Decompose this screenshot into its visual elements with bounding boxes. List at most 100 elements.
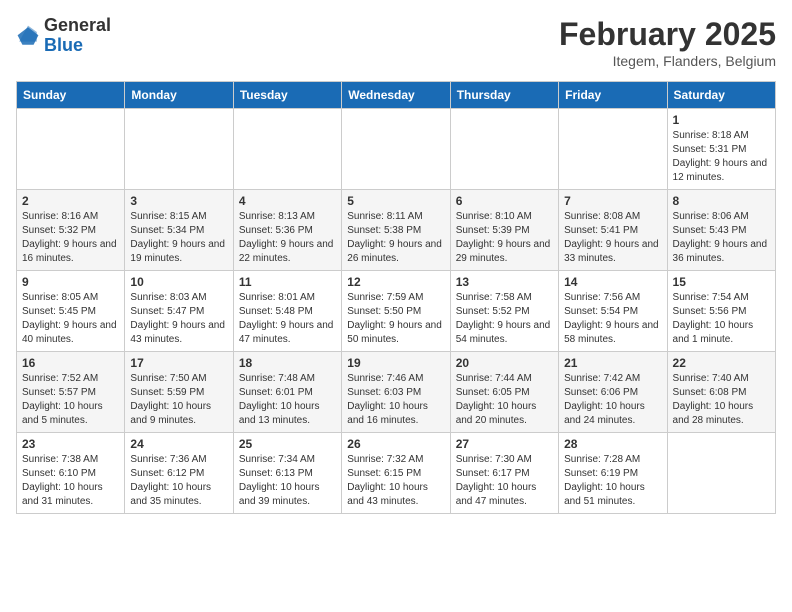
calendar-cell: 2 Sunrise: 8:16 AM Sunset: 5:32 PM Daylig… bbox=[17, 190, 125, 271]
day-info: Sunrise: 8:16 AM Sunset: 5:32 PM Dayligh… bbox=[22, 210, 119, 266]
calendar-cell: 21 Sunrise: 7:42 AM Sunset: 6:06 PM Dayli… bbox=[559, 352, 667, 433]
day-number: 14 bbox=[564, 275, 661, 289]
day-info: Sunrise: 7:56 AM Sunset: 5:54 PM Dayligh… bbox=[564, 291, 661, 347]
day-number: 8 bbox=[673, 194, 770, 208]
day-info: Sunrise: 8:05 AM Sunset: 5:45 PM Dayligh… bbox=[22, 291, 119, 347]
calendar-cell: 11 Sunrise: 8:01 AM Sunset: 5:48 PM Dayli… bbox=[233, 271, 341, 352]
day-number: 24 bbox=[130, 437, 227, 451]
calendar-table: SundayMondayTuesdayWednesdayThursdayFrid… bbox=[16, 81, 776, 514]
day-info: Sunrise: 7:42 AM Sunset: 6:06 PM Dayligh… bbox=[564, 372, 661, 428]
day-number: 20 bbox=[456, 356, 553, 370]
calendar-cell: 1 Sunrise: 8:18 AM Sunset: 5:31 PM Daylig… bbox=[667, 109, 775, 190]
day-header-saturday: Saturday bbox=[667, 82, 775, 109]
calendar-cell: 8Sunrise: 8:06 AM Sunset: 5:43 PM Daylig… bbox=[667, 190, 775, 271]
day-number: 11 bbox=[239, 275, 336, 289]
day-info: Sunrise: 8:18 AM Sunset: 5:31 PM Dayligh… bbox=[673, 129, 770, 185]
month-title: February 2025 bbox=[559, 16, 776, 53]
day-number: 17 bbox=[130, 356, 227, 370]
calendar-cell: 19 Sunrise: 7:46 AM Sunset: 6:03 PM Dayli… bbox=[342, 352, 450, 433]
calendar-cell bbox=[342, 109, 450, 190]
day-number: 28 bbox=[564, 437, 661, 451]
day-info: Sunrise: 8:10 AM Sunset: 5:39 PM Dayligh… bbox=[456, 210, 553, 266]
day-number: 27 bbox=[456, 437, 553, 451]
calendar-cell: 10 Sunrise: 8:03 AM Sunset: 5:47 PM Dayli… bbox=[125, 271, 233, 352]
day-info: Sunrise: 7:34 AM Sunset: 6:13 PM Dayligh… bbox=[239, 453, 336, 509]
day-number: 26 bbox=[347, 437, 444, 451]
day-number: 13 bbox=[456, 275, 553, 289]
day-number: 18 bbox=[239, 356, 336, 370]
day-info: Sunrise: 7:46 AM Sunset: 6:03 PM Dayligh… bbox=[347, 372, 444, 428]
logo-icon bbox=[16, 24, 40, 48]
day-number: 12 bbox=[347, 275, 444, 289]
day-number: 9 bbox=[22, 275, 119, 289]
day-number: 4 bbox=[239, 194, 336, 208]
day-info: Sunrise: 7:40 AM Sunset: 6:08 PM Dayligh… bbox=[673, 372, 770, 428]
calendar-cell: 22 Sunrise: 7:40 AM Sunset: 6:08 PM Dayli… bbox=[667, 352, 775, 433]
calendar-cell: 9 Sunrise: 8:05 AM Sunset: 5:45 PM Daylig… bbox=[17, 271, 125, 352]
calendar-cell: 16 Sunrise: 7:52 AM Sunset: 5:57 PM Dayli… bbox=[17, 352, 125, 433]
logo: General Blue bbox=[16, 16, 111, 56]
calendar-header-row: SundayMondayTuesdayWednesdayThursdayFrid… bbox=[17, 82, 776, 109]
day-header-sunday: Sunday bbox=[17, 82, 125, 109]
day-info: Sunrise: 8:11 AM Sunset: 5:38 PM Dayligh… bbox=[347, 210, 444, 266]
calendar-cell: 17 Sunrise: 7:50 AM Sunset: 5:59 PM Dayli… bbox=[125, 352, 233, 433]
calendar-cell: 12 Sunrise: 7:59 AM Sunset: 5:50 PM Dayli… bbox=[342, 271, 450, 352]
day-number: 6 bbox=[456, 194, 553, 208]
logo-text: General Blue bbox=[44, 16, 111, 56]
day-header-friday: Friday bbox=[559, 82, 667, 109]
day-info: Sunrise: 7:38 AM Sunset: 6:10 PM Dayligh… bbox=[22, 453, 119, 509]
calendar-cell: 4 Sunrise: 8:13 AM Sunset: 5:36 PM Daylig… bbox=[233, 190, 341, 271]
calendar-cell: 14 Sunrise: 7:56 AM Sunset: 5:54 PM Dayli… bbox=[559, 271, 667, 352]
day-info: Sunrise: 7:58 AM Sunset: 5:52 PM Dayligh… bbox=[456, 291, 553, 347]
day-info: Sunrise: 7:30 AM Sunset: 6:17 PM Dayligh… bbox=[456, 453, 553, 509]
day-info: Sunrise: 7:44 AM Sunset: 6:05 PM Dayligh… bbox=[456, 372, 553, 428]
calendar-cell: 27 Sunrise: 7:30 AM Sunset: 6:17 PM Dayli… bbox=[450, 433, 558, 514]
day-number: 21 bbox=[564, 356, 661, 370]
calendar-cell: 25 Sunrise: 7:34 AM Sunset: 6:13 PM Dayli… bbox=[233, 433, 341, 514]
calendar-cell bbox=[559, 109, 667, 190]
calendar-cell bbox=[667, 433, 775, 514]
title-block: February 2025 Itegem, Flanders, Belgium bbox=[559, 16, 776, 69]
calendar-cell bbox=[125, 109, 233, 190]
day-info: Sunrise: 8:13 AM Sunset: 5:36 PM Dayligh… bbox=[239, 210, 336, 266]
calendar-week-row: 1 Sunrise: 8:18 AM Sunset: 5:31 PM Daylig… bbox=[17, 109, 776, 190]
day-header-wednesday: Wednesday bbox=[342, 82, 450, 109]
calendar-cell: 15 Sunrise: 7:54 AM Sunset: 5:56 PM Dayli… bbox=[667, 271, 775, 352]
day-number: 25 bbox=[239, 437, 336, 451]
day-info: Sunrise: 7:50 AM Sunset: 5:59 PM Dayligh… bbox=[130, 372, 227, 428]
day-info: Sunrise: 7:32 AM Sunset: 6:15 PM Dayligh… bbox=[347, 453, 444, 509]
calendar-cell: 26 Sunrise: 7:32 AM Sunset: 6:15 PM Dayli… bbox=[342, 433, 450, 514]
day-info: Sunrise: 7:59 AM Sunset: 5:50 PM Dayligh… bbox=[347, 291, 444, 347]
day-info: Sunrise: 8:08 AM Sunset: 5:41 PM Dayligh… bbox=[564, 210, 661, 266]
day-number: 16 bbox=[22, 356, 119, 370]
day-number: 3 bbox=[130, 194, 227, 208]
day-info: Sunrise: 8:15 AM Sunset: 5:34 PM Dayligh… bbox=[130, 210, 227, 266]
day-number: 10 bbox=[130, 275, 227, 289]
day-info: Sunrise: 7:36 AM Sunset: 6:12 PM Dayligh… bbox=[130, 453, 227, 509]
calendar-cell: 28 Sunrise: 7:28 AM Sunset: 6:19 PM Dayli… bbox=[559, 433, 667, 514]
day-number: 19 bbox=[347, 356, 444, 370]
day-number: 7 bbox=[564, 194, 661, 208]
day-info: Sunrise: 7:28 AM Sunset: 6:19 PM Dayligh… bbox=[564, 453, 661, 509]
day-number: 2 bbox=[22, 194, 119, 208]
calendar-week-row: 2 Sunrise: 8:16 AM Sunset: 5:32 PM Daylig… bbox=[17, 190, 776, 271]
page-header: General Blue February 2025 Itegem, Fland… bbox=[16, 16, 776, 69]
day-info: Sunrise: 8:01 AM Sunset: 5:48 PM Dayligh… bbox=[239, 291, 336, 347]
day-header-thursday: Thursday bbox=[450, 82, 558, 109]
day-info: Sunrise: 7:54 AM Sunset: 5:56 PM Dayligh… bbox=[673, 291, 770, 347]
calendar-cell: 3 Sunrise: 8:15 AM Sunset: 5:34 PM Daylig… bbox=[125, 190, 233, 271]
calendar-cell bbox=[450, 109, 558, 190]
day-number: 1 bbox=[673, 113, 770, 127]
calendar-week-row: 9 Sunrise: 8:05 AM Sunset: 5:45 PM Daylig… bbox=[17, 271, 776, 352]
calendar-week-row: 16 Sunrise: 7:52 AM Sunset: 5:57 PM Dayli… bbox=[17, 352, 776, 433]
day-number: 22 bbox=[673, 356, 770, 370]
calendar-cell: 13 Sunrise: 7:58 AM Sunset: 5:52 PM Dayli… bbox=[450, 271, 558, 352]
calendar-cell: 23Sunrise: 7:38 AM Sunset: 6:10 PM Dayli… bbox=[17, 433, 125, 514]
calendar-cell: 24 Sunrise: 7:36 AM Sunset: 6:12 PM Dayli… bbox=[125, 433, 233, 514]
calendar-cell: 20 Sunrise: 7:44 AM Sunset: 6:05 PM Dayli… bbox=[450, 352, 558, 433]
day-info: Sunrise: 8:03 AM Sunset: 5:47 PM Dayligh… bbox=[130, 291, 227, 347]
day-info: Sunrise: 7:52 AM Sunset: 5:57 PM Dayligh… bbox=[22, 372, 119, 428]
day-number: 15 bbox=[673, 275, 770, 289]
calendar-cell: 5Sunrise: 8:11 AM Sunset: 5:38 PM Daylig… bbox=[342, 190, 450, 271]
calendar-cell: 7 Sunrise: 8:08 AM Sunset: 5:41 PM Daylig… bbox=[559, 190, 667, 271]
